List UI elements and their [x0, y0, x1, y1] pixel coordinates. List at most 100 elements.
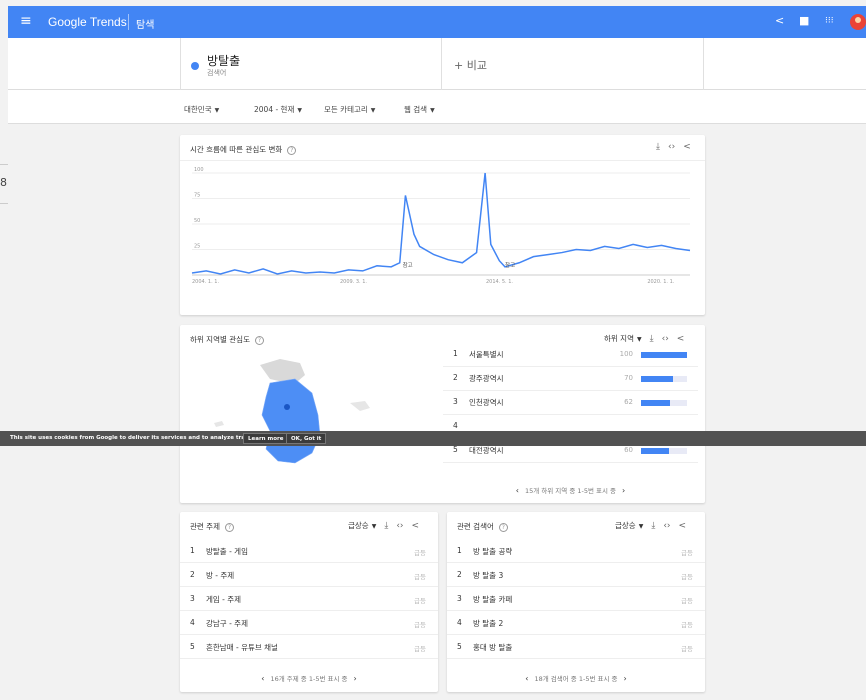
list-item[interactable]: 2 방 - 주제 급등 [180, 563, 438, 587]
card-title-text: 관련 주제 [190, 522, 220, 531]
map-land-island [214, 421, 224, 427]
list-item[interactable]: 1 방 탈출 공략 급등 [447, 539, 705, 563]
filter-bar: 대한민국 ▼ 2004 - 현재 ▼ 모든 카테고리 ▼ 웹 검색 ▼ [8, 90, 866, 124]
map-land-east [350, 401, 370, 411]
related-topics-card: 관련 주제? 급상승 ▼ ⤓ ‹› < 1 방탈출 - 게임 급등 2방 - 주제 급등 3게… [180, 512, 438, 692]
hamburger-menu-icon[interactable]: ≡ [20, 14, 32, 28]
interest-series-line[interactable] [191, 172, 691, 275]
row-rank: 5 [457, 642, 462, 651]
region-row[interactable]: 2 광주광역시 70 [443, 367, 698, 391]
list-item[interactable]: 4 강남구 - 주제 급등 [180, 611, 438, 635]
row-status: 급등 [681, 597, 693, 605]
interest-line-chart: 25 50 75 100 2004. 1. 1. 2009. 3. 1. 2014. 5. … [191, 167, 691, 285]
region-pagination: ‹ 15개 하위 지역 중 1-5번 표시 중 › [443, 485, 698, 495]
help-icon[interactable]: ? [498, 522, 508, 532]
list-item[interactable]: 4 방 탈출 2 급등 [447, 611, 705, 635]
time-filter[interactable]: 2004 - 현재 ▼ [254, 104, 302, 115]
region-row[interactable]: 1 서울특별시 100 [443, 343, 698, 367]
y-tick-label: 50 [194, 218, 200, 224]
row-name: 인천광역시 [469, 398, 504, 407]
list-item[interactable]: 2 방 탈출 3 급등 [447, 563, 705, 587]
learn-more-button[interactable]: Learn more [243, 433, 289, 444]
row-rank: 4 [457, 618, 462, 627]
list-item[interactable]: 5 홍대 방 탈출 급등 [447, 635, 705, 659]
chart-annotation[interactable]: 참고 [505, 261, 515, 269]
share-icon[interactable]: < [775, 15, 784, 27]
chevron-down-icon: ▼ [638, 523, 644, 530]
apps-grid-icon[interactable]: ⁝⁝⁝ [825, 15, 834, 27]
row-name: 강남구 - 주제 [206, 619, 248, 628]
help-icon[interactable]: ? [224, 522, 234, 532]
compare-box[interactable]: + 비교 [442, 38, 704, 90]
list-item[interactable]: 5 흔한남매 - 유튜브 채널 급등 [180, 635, 438, 659]
value-bar [641, 448, 687, 454]
prev-page-button[interactable]: ‹ [261, 674, 264, 683]
series-color-dot [191, 62, 199, 70]
korea-map[interactable] [200, 353, 420, 473]
row-status: 급등 [681, 645, 693, 653]
region-row[interactable]: 3 인천광역시 62 [443, 391, 698, 415]
list-item[interactable]: 1 방탈출 - 게임 급등 [180, 539, 438, 563]
search-term-chip[interactable]: 방탈출 검색어 [180, 38, 442, 90]
cookie-banner: This site uses cookies from Google to de… [0, 431, 866, 446]
x-tick-label: 2009. 3. 1. [340, 279, 367, 285]
related-queries-card: 관련 검색어? 급상승 ▼ ⤓ ‹› < 1방 탈출 공략 급등 2방 탈출 3 급등 3방… [447, 512, 705, 692]
list-item[interactable]: 3 게임 - 주제 급등 [180, 587, 438, 611]
row-status: 급등 [414, 621, 426, 629]
prev-page-button[interactable]: ‹ [525, 674, 528, 683]
related-queries-title: 관련 검색어? [457, 521, 508, 532]
y-tick-label: 75 [194, 193, 200, 199]
value-bar-fill [641, 376, 674, 382]
next-page-button[interactable]: › [354, 674, 357, 683]
download-icon[interactable]: ⤓ [651, 521, 655, 531]
region-filter[interactable]: 대한민국 ▼ [184, 104, 219, 115]
ok-got-it-button[interactable]: OK, Got it [286, 433, 327, 444]
row-name: 서울특별시 [469, 350, 504, 359]
time-filter-label: 2004 - 현재 [254, 105, 295, 114]
download-icon[interactable]: ⤓ [384, 521, 388, 531]
region-card-title: 하위 지역별 관심도? [190, 334, 264, 345]
list-item[interactable]: 3 방 탈출 카페 급등 [447, 587, 705, 611]
left-edge-text: 8 [0, 176, 7, 189]
cookie-message: This site uses cookies from Google to de… [10, 435, 257, 441]
region-interest-card: 하위 지역별 관심도? 하위 지역 ▼ ⤓ ‹› < 1 서울특별시 100 2 광주광역시 7… [180, 325, 705, 503]
embed-icon[interactable]: ‹› [396, 521, 403, 531]
interest-over-time-card: 시간 흐름에 따른 관심도 변화? ⤓ ‹› < 25 50 75 100 2004. 1.… [180, 135, 705, 315]
feedback-icon[interactable]: ■ [799, 15, 809, 27]
topics-pagination: ‹ 16개 주제 중 1-5번 표시 중 › [180, 673, 438, 683]
card-title-text: 하위 지역별 관심도 [190, 335, 250, 344]
row-rank: 5 [190, 642, 195, 651]
value-bar-fill [641, 400, 670, 406]
embed-icon[interactable]: ‹› [663, 521, 670, 531]
row-status: 급등 [414, 597, 426, 605]
row-rank: 5 [453, 445, 458, 454]
topics-sort-dropdown[interactable]: 급상승 ▼ [340, 521, 376, 530]
share-icon[interactable]: < [412, 521, 420, 531]
next-page-button[interactable]: › [624, 674, 627, 683]
row-status: 급등 [681, 549, 693, 557]
row-name: 대전광역시 [469, 446, 504, 455]
card-title-text: 관련 검색어 [457, 522, 494, 531]
account-avatar[interactable] [850, 14, 866, 30]
google-trends-logo[interactable]: Google Trends [48, 15, 127, 29]
related-topics-list: 1 방탈출 - 게임 급등 2방 - 주제 급등 3 게임 - 주제 급등 4 강남구 - … [180, 539, 438, 659]
queries-sort-dropdown[interactable]: 급상승 ▼ [607, 521, 643, 530]
search-type-filter[interactable]: 웹 검색 ▼ [404, 104, 435, 115]
value-bar [641, 352, 687, 358]
prev-page-button[interactable]: ‹ [516, 486, 519, 495]
share-icon[interactable]: < [679, 521, 687, 531]
search-term[interactable]: 방탈출 [207, 52, 240, 69]
value-bar-fill [641, 448, 669, 454]
region-filter-label: 대한민국 [184, 105, 212, 114]
seoul-marker[interactable] [284, 404, 290, 410]
korea-regions[interactable] [261, 378, 321, 464]
chart-annotation[interactable]: 참고 [403, 261, 413, 269]
compare-button[interactable]: + 비교 [454, 57, 487, 73]
category-filter[interactable]: 모든 카테고리 ▼ [324, 104, 375, 115]
region-level-dropdown[interactable]: 하위 지역 ▼ [596, 334, 642, 343]
row-name: 방 탈출 공략 [473, 547, 513, 556]
next-page-button[interactable]: › [622, 486, 625, 495]
value-bar [641, 376, 687, 382]
help-icon[interactable]: ? [254, 335, 264, 345]
dropdown-label: 하위 지역 [604, 334, 634, 343]
